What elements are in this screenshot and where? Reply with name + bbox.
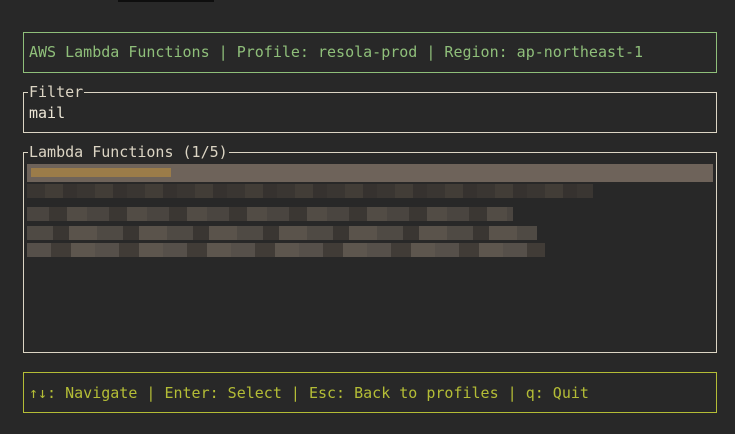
- filter-input[interactable]: Filter mail: [23, 83, 717, 133]
- list-title: Lambda Functions (1/5): [28, 143, 229, 161]
- list-item[interactable]: [27, 207, 513, 221]
- filter-label: Filter: [28, 83, 85, 101]
- redacted-text: [31, 168, 171, 177]
- keybindings-help-bar: ↑↓: Navigate | Enter: Select | Esc: Back…: [23, 372, 717, 413]
- terminal-tab-indicator: [118, 0, 214, 2]
- list-item[interactable]: [27, 226, 537, 240]
- list-item[interactable]: [27, 243, 545, 257]
- title-bar: AWS Lambda Functions | Profile: resola-p…: [23, 32, 717, 73]
- list-item[interactable]: [27, 184, 593, 198]
- list-item-selected[interactable]: [27, 164, 713, 182]
- lambda-functions-list[interactable]: Lambda Functions (1/5): [23, 143, 717, 353]
- help-text: ↑↓: Navigate | Enter: Select | Esc: Back…: [29, 384, 589, 402]
- filter-value[interactable]: mail: [29, 104, 65, 122]
- title-text: AWS Lambda Functions | Profile: resola-p…: [29, 43, 644, 61]
